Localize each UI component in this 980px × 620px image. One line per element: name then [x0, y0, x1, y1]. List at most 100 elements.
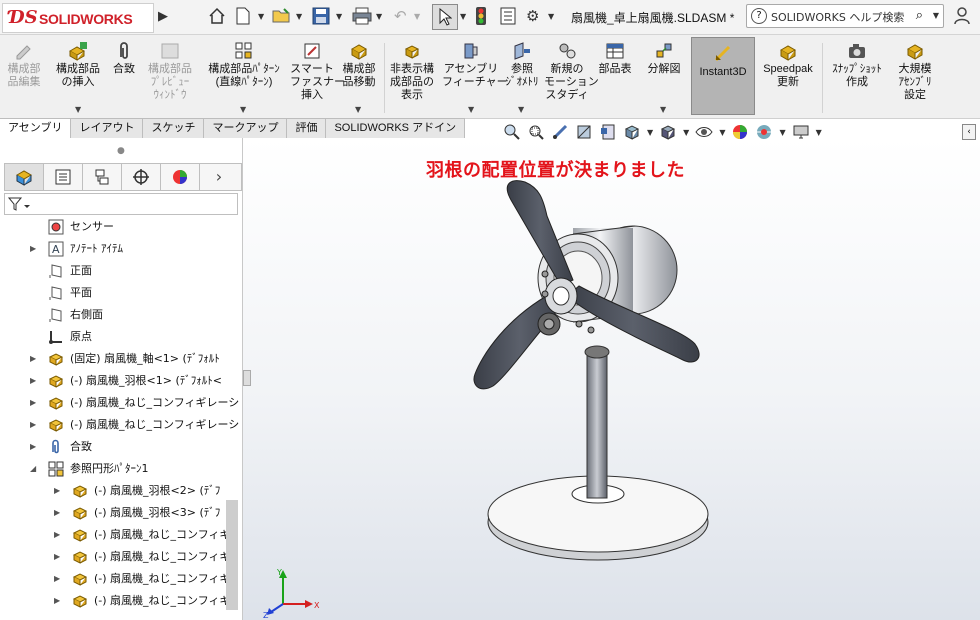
- save-icon[interactable]: [312, 6, 330, 26]
- insert-components-dropdown-icon[interactable]: ▼: [75, 105, 81, 114]
- tab-solidworks-addins[interactable]: SOLIDWORKS アドイン: [326, 118, 466, 138]
- insert-components-button[interactable]: 構成部品 の挿入: [50, 39, 106, 89]
- print-dropdown-icon[interactable]: ▼: [376, 6, 382, 26]
- tree-item[interactable]: ▶ (-) 扇風機_羽根<1> (ﾃﾞﾌｫﾙﾄ<: [0, 370, 240, 392]
- task-pane-toggle-icon[interactable]: ‹: [962, 124, 976, 140]
- edit-appearance-icon[interactable]: [731, 123, 749, 141]
- panel-grip-icon[interactable]: ●: [117, 146, 125, 156]
- print-icon[interactable]: [352, 6, 372, 26]
- hide-show-dropdown-icon[interactable]: ▼: [719, 128, 725, 137]
- assembly-features-button[interactable]: アセンブリ フィーチャー: [442, 39, 508, 89]
- tree-item[interactable]: ▶ (-) 扇風機_羽根<2> (ﾃﾞﾌ: [0, 480, 240, 502]
- tree-item[interactable]: ▶ 合致: [0, 436, 240, 458]
- section-view-icon[interactable]: [575, 123, 593, 141]
- property-manager-tab[interactable]: [44, 164, 83, 190]
- user-account-icon[interactable]: [954, 6, 970, 26]
- tab-sketch[interactable]: スケッチ: [143, 118, 205, 138]
- tree-item[interactable]: ▶ (-) 扇風機_ねじ_コンフィギ: [0, 546, 240, 568]
- expand-arrow-icon[interactable]: ▶: [54, 546, 60, 568]
- tree-item[interactable]: ▶ (-) 扇風機_羽根<3> (ﾃﾞﾌ: [0, 502, 240, 524]
- solidworks-logo[interactable]: ƊS SOLIDWORKS: [2, 3, 154, 33]
- expand-arrow-icon[interactable]: ▶: [30, 370, 36, 392]
- save-dropdown-icon[interactable]: ▼: [336, 6, 342, 26]
- edit-component-button[interactable]: 構成部 品編集: [2, 39, 46, 89]
- snapshot-button[interactable]: ｽﾅｯﾌﾟｼｮｯﾄ 作成: [826, 39, 888, 89]
- tree-item[interactable]: センサー: [0, 216, 240, 238]
- new-dropdown-icon[interactable]: ▼: [258, 6, 264, 26]
- panel-expand-icon[interactable]: ›: [200, 164, 238, 190]
- new-motion-study-button[interactable]: 新規の モーション スタディ: [544, 39, 599, 102]
- display-manager-tab[interactable]: [161, 164, 200, 190]
- large-assembly-settings-button[interactable]: 大規模 ｱｾﾝﾌﾞﾘ 設定: [890, 39, 940, 102]
- zoom-to-area-icon[interactable]: [527, 123, 545, 141]
- tree-item[interactable]: ▶ (固定) 扇風機_軸<1> (ﾃﾞﾌｫﾙﾄ: [0, 348, 240, 370]
- tree-scrollbar[interactable]: [226, 500, 238, 610]
- tree-item[interactable]: ▶ A ｱﾉﾃｰﾄ ｱｲﾃﾑ: [0, 238, 240, 260]
- component-preview-window-button[interactable]: 構成部品 ﾌﾟﾚﾋﾞｭｰ ｳｨﾝﾄﾞｳ: [142, 39, 198, 102]
- linear-pattern-dropdown-icon[interactable]: ▼: [240, 105, 246, 114]
- panel-splitter-handle[interactable]: [243, 370, 251, 386]
- undo-icon[interactable]: ↶: [394, 6, 407, 26]
- search-dropdown-icon[interactable]: ▼: [933, 11, 939, 20]
- hide-show-items-icon[interactable]: [695, 123, 713, 141]
- desk-fan-model[interactable]: [243, 138, 980, 620]
- expand-arrow-icon[interactable]: ▶: [54, 480, 60, 502]
- speedpak-update-button[interactable]: Speedpak 更新: [758, 39, 818, 89]
- select-icon[interactable]: [432, 4, 458, 30]
- dynamic-annotation-icon[interactable]: [599, 123, 617, 141]
- expand-arrow-icon[interactable]: ▶: [54, 590, 60, 612]
- expand-arrow-icon[interactable]: ▶: [54, 502, 60, 524]
- configuration-manager-tab[interactable]: [83, 164, 122, 190]
- tree-item[interactable]: 平面: [0, 282, 240, 304]
- zoom-to-fit-icon[interactable]: [503, 123, 521, 141]
- tree-item[interactable]: ▶ (-) 扇風機_ねじ_コンフィギレーシ: [0, 414, 240, 436]
- select-dropdown-icon[interactable]: ▼: [460, 6, 466, 26]
- expand-arrow-icon[interactable]: ▶: [30, 392, 36, 414]
- exploded-view-button[interactable]: 分解図: [642, 39, 686, 76]
- flyout-arrow-icon[interactable]: ▶: [158, 6, 168, 26]
- show-hidden-components-button[interactable]: 非表示構 成部品の 表示: [386, 39, 438, 102]
- mate-button[interactable]: 合致: [108, 39, 140, 76]
- view-orientation-icon[interactable]: [623, 123, 641, 141]
- instant3d-toggle-button[interactable]: Instant3D: [691, 37, 755, 115]
- tree-item[interactable]: ◢ 参照円形ﾊﾟﾀｰﾝ1: [0, 458, 240, 480]
- options-dropdown-icon[interactable]: ▼: [548, 6, 554, 26]
- tree-item[interactable]: 右側面: [0, 304, 240, 326]
- linear-pattern-button[interactable]: 構成部品ﾊﾟﾀｰﾝ (直線ﾊﾟﾀｰﾝ): [200, 39, 288, 89]
- home-icon[interactable]: [208, 6, 226, 26]
- view-settings-dropdown-icon[interactable]: ▼: [816, 128, 822, 137]
- new-document-icon[interactable]: [235, 6, 251, 26]
- tab-assembly[interactable]: アセンブリ: [0, 118, 72, 139]
- tree-item[interactable]: ▶ (-) 扇風機_ねじ_コンフィギレーシ: [0, 392, 240, 414]
- reference-geometry-dropdown-icon[interactable]: ▼: [518, 105, 524, 114]
- view-orientation-dropdown-icon[interactable]: ▼: [647, 128, 653, 137]
- dimxpert-manager-tab[interactable]: [122, 164, 161, 190]
- help-search-box[interactable]: ? SOLIDWORKS ヘルプ検索 ⌕ ▼: [746, 4, 944, 28]
- file-properties-icon[interactable]: [500, 6, 516, 26]
- move-component-button[interactable]: 構成部 品移動: [336, 39, 382, 89]
- expand-arrow-icon[interactable]: ▶: [30, 414, 36, 436]
- move-component-dropdown-icon[interactable]: ▼: [355, 105, 361, 114]
- previous-view-icon[interactable]: [551, 123, 569, 141]
- tree-item[interactable]: 正面: [0, 260, 240, 282]
- bill-of-materials-button[interactable]: 部品表: [594, 39, 636, 76]
- graphics-area[interactable]: Y X Z: [243, 138, 980, 620]
- smart-fasteners-button[interactable]: スマート ファスナー 挿入: [290, 39, 345, 102]
- view-settings-monitor-icon[interactable]: [792, 123, 810, 141]
- expand-arrow-icon[interactable]: ▶: [30, 238, 36, 260]
- tree-item[interactable]: ▶ (-) 扇風機_ねじ_コンフィギ: [0, 590, 240, 612]
- tab-layout[interactable]: レイアウト: [71, 118, 144, 138]
- tree-item[interactable]: ▶ (-) 扇風機_ねじ_コンフィギ: [0, 568, 240, 590]
- reference-geometry-button[interactable]: 参照 ｼﾞｵﾒﾄﾘ: [502, 39, 542, 89]
- expand-arrow-icon[interactable]: ▶: [30, 348, 36, 370]
- assembly-features-dropdown-icon[interactable]: ▼: [468, 105, 474, 114]
- rebuild-icon[interactable]: [475, 6, 487, 26]
- tab-markup[interactable]: マークアップ: [204, 118, 288, 138]
- exploded-view-dropdown-icon[interactable]: ▼: [660, 105, 666, 114]
- tab-evaluate[interactable]: 評価: [287, 118, 327, 138]
- apply-scene-icon[interactable]: [755, 123, 773, 141]
- feature-manager-tab[interactable]: [5, 164, 44, 190]
- expand-arrow-icon[interactable]: ▶: [54, 568, 60, 590]
- display-style-icon[interactable]: [659, 123, 677, 141]
- tree-item[interactable]: 原点: [0, 326, 240, 348]
